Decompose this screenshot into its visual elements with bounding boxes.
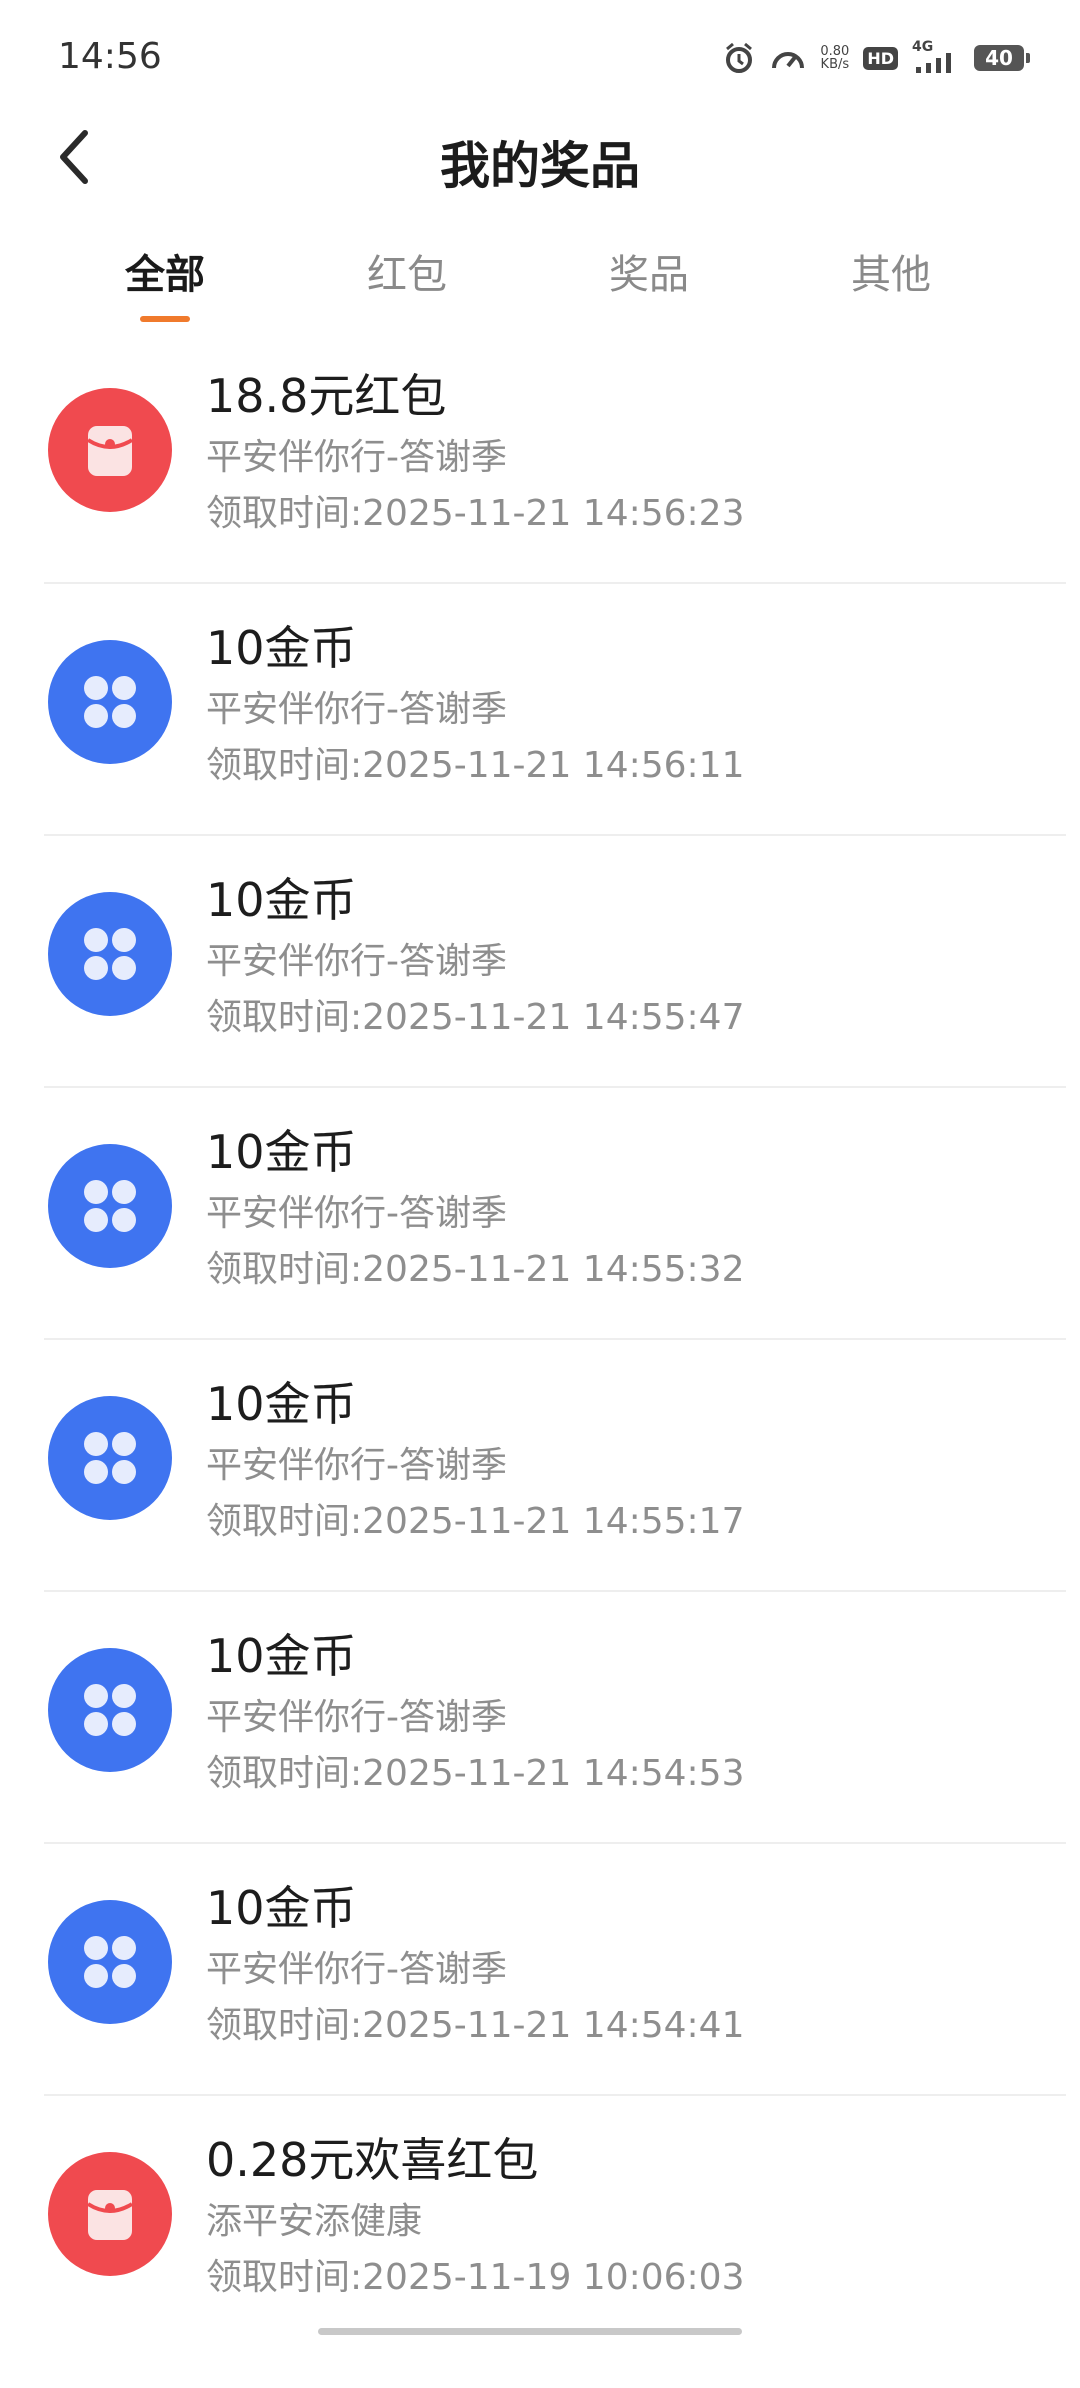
red-envelope-icon [48, 2152, 172, 2276]
coin-clover-icon [48, 892, 172, 1016]
tab-label: 全部 [125, 252, 205, 298]
tab-label: 红包 [367, 252, 447, 298]
speedometer-icon [770, 42, 806, 74]
coin-clover-icon [48, 1648, 172, 1772]
network-speed-unit: KB/s [820, 57, 850, 72]
coin-clover-icon [48, 1900, 172, 2024]
battery-cap [1026, 53, 1030, 63]
prize-item[interactable]: 10金币 平安伴你行-答谢季 领取时间:2025-11-21 14:54:53 [0, 1592, 1080, 1844]
tab-bar: 全部 红包 奖品 其他 [0, 230, 1080, 330]
prize-item[interactable]: 10金币 平安伴你行-答谢季 领取时间:2025-11-21 14:55:17 [0, 1340, 1080, 1592]
network-speed: 0.80 KB/s [820, 45, 849, 71]
prize-source: 平安伴你行-答谢季 [206, 1445, 507, 1486]
prize-time: 领取时间:2025-11-21 14:54:53 [206, 1753, 745, 1794]
alarm-icon [722, 41, 756, 75]
prize-time: 领取时间:2025-11-21 14:55:17 [206, 1501, 745, 1542]
tab-all[interactable]: 全部 [45, 230, 285, 330]
prize-title: 10金币 [206, 1881, 357, 1935]
prize-item[interactable]: 0.28元欢喜红包 添平安添健康 领取时间:2025-11-19 10:06:0… [0, 2096, 1080, 2348]
hd-badge: HD [863, 46, 898, 70]
status-bar: 14:56 0.80 KB/s HD 4G 40 [0, 0, 1080, 110]
prize-title: 10金币 [206, 1629, 357, 1683]
prize-source: 平安伴你行-答谢季 [206, 1949, 507, 1990]
prize-source: 平安伴你行-答谢季 [206, 1697, 507, 1738]
prize-item[interactable]: 10金币 平安伴你行-答谢季 领取时间:2025-11-21 14:55:32 [0, 1088, 1080, 1340]
prize-item[interactable]: 18.8元红包 平安伴你行-答谢季 领取时间:2025-11-21 14:56:… [0, 332, 1080, 584]
prize-title: 0.28元欢喜红包 [206, 2133, 539, 2187]
tab-red-packet[interactable]: 红包 [287, 230, 527, 330]
header: 我的奖品 [0, 110, 1080, 210]
prize-title: 10金币 [206, 1377, 357, 1431]
prize-source: 添平安添健康 [206, 2201, 423, 2242]
tab-other[interactable]: 其他 [771, 230, 1011, 330]
prize-item[interactable]: 10金币 平安伴你行-答谢季 领取时间:2025-11-21 14:54:41 [0, 1844, 1080, 2096]
coin-clover-icon [48, 1144, 172, 1268]
tab-label: 奖品 [609, 252, 689, 298]
status-icons: 0.80 KB/s HD 4G 40 [722, 36, 1030, 80]
status-time: 14:56 [58, 36, 162, 77]
red-envelope-icon [48, 388, 172, 512]
tab-label: 其他 [851, 252, 931, 298]
coin-clover-icon [48, 640, 172, 764]
battery-icon: 40 [974, 45, 1030, 71]
prize-time: 领取时间:2025-11-21 14:54:41 [206, 2005, 745, 2046]
tab-prize[interactable]: 奖品 [529, 230, 769, 330]
battery-level: 40 [974, 45, 1024, 71]
prize-title: 10金币 [206, 1125, 357, 1179]
prize-list: 18.8元红包 平安伴你行-答谢季 领取时间:2025-11-21 14:56:… [0, 332, 1080, 2348]
prize-time: 领取时间:2025-11-19 10:06:03 [206, 2257, 745, 2298]
prize-source: 平安伴你行-答谢季 [206, 437, 507, 478]
prize-item[interactable]: 10金币 平安伴你行-答谢季 领取时间:2025-11-21 14:56:11 [0, 584, 1080, 836]
prize-time: 领取时间:2025-11-21 14:55:47 [206, 997, 745, 1038]
prize-item[interactable]: 10金币 平安伴你行-答谢季 领取时间:2025-11-21 14:55:47 [0, 836, 1080, 1088]
prize-time: 领取时间:2025-11-21 14:56:23 [206, 493, 745, 534]
home-indicator[interactable] [318, 2328, 742, 2335]
prize-title: 10金币 [206, 873, 357, 927]
prize-source: 平安伴你行-答谢季 [206, 941, 507, 982]
prize-time: 领取时间:2025-11-21 14:56:11 [206, 745, 745, 786]
page-title: 我的奖品 [440, 137, 640, 195]
prize-time: 领取时间:2025-11-21 14:55:32 [206, 1249, 745, 1290]
prize-source: 平安伴你行-答谢季 [206, 689, 507, 730]
prize-title: 18.8元红包 [206, 369, 447, 423]
prize-title: 10金币 [206, 621, 357, 675]
signal-icon: 4G [912, 39, 960, 75]
tab-active-indicator [140, 316, 190, 322]
prize-source: 平安伴你行-答谢季 [206, 1193, 507, 1234]
coin-clover-icon [48, 1396, 172, 1520]
